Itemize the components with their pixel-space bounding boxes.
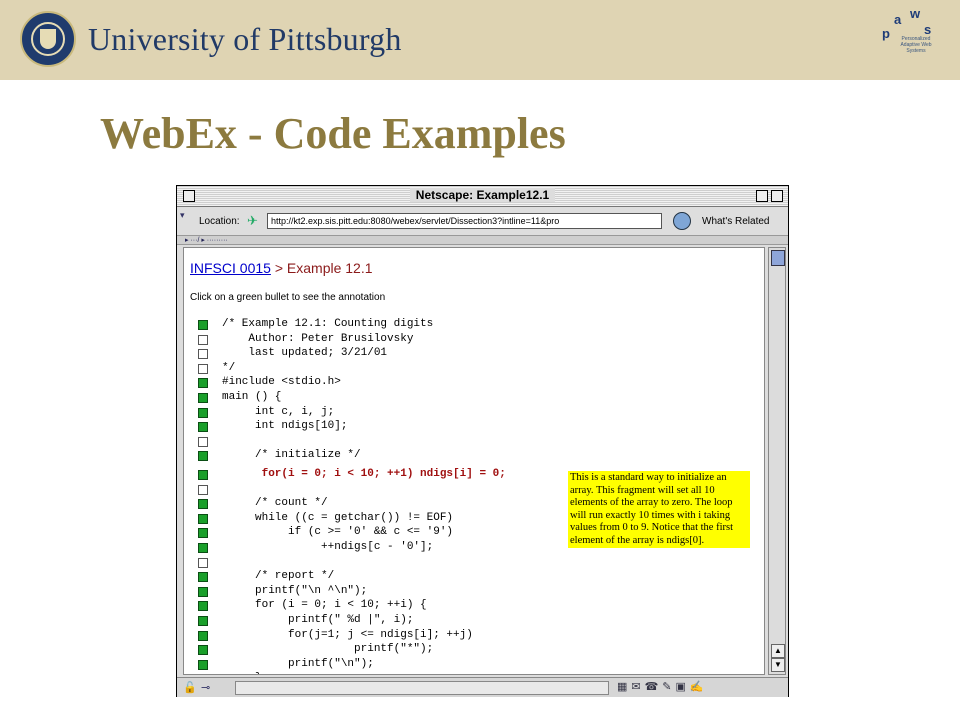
annotation-bullet <box>198 674 208 675</box>
status-bar: 🔓 ⊸ ▦✉☎✎▣✍ <box>177 677 788 697</box>
paws-caption: Personalized Adaptive Web Systems <box>900 36 932 54</box>
code-line: printf("\n ^\n"); <box>222 584 368 597</box>
code-line: main () { <box>222 391 282 403</box>
code-line: /* Example 12.1: Counting digits <box>222 318 434 330</box>
paws-letter-w: w <box>910 6 921 21</box>
annotation-bullet[interactable] <box>198 320 208 330</box>
code-line: printf("\n"); <box>222 657 374 670</box>
code-line: for(j=1; j <= ndigs[i]; ++j) <box>222 628 473 641</box>
scroll-up-arrow-icon[interactable]: ▲ <box>771 644 785 658</box>
breadcrumb: INFSCI 0015 > Example 12.1 <box>190 260 373 276</box>
annotation-bullet[interactable] <box>198 470 208 480</box>
annotation-bullet[interactable] <box>198 630 208 641</box>
code-line: } <box>222 672 262 674</box>
code-line: printf(" %d |", i); <box>222 614 414 626</box>
code-line: #include <stdio.h> <box>222 376 341 389</box>
annotation-bullet[interactable] <box>198 601 208 612</box>
code-line: /* count */ <box>222 497 328 510</box>
instruction-text: Click on a green bullet to see the annot… <box>190 292 386 303</box>
paws-letter-a: a <box>894 12 902 27</box>
code-line: if (c >= '0' && c <= '9') <box>222 526 454 539</box>
code-line: ++ndigs[c - '0']; <box>222 541 434 553</box>
annotation-bullet <box>198 484 208 495</box>
code-line: int ndigs[10]; <box>222 420 348 433</box>
page-content: INFSCI 0015 > Example 12.1 Click on a gr… <box>183 247 765 675</box>
whats-related-icon[interactable] <box>673 212 691 230</box>
annotation-bullet[interactable] <box>198 407 208 418</box>
url-input[interactable]: http://kt2.exp.sis.pitt.edu:8080/webex/s… <box>267 213 662 229</box>
annotation-bullet[interactable] <box>198 572 208 583</box>
code-line: */ <box>222 361 236 374</box>
annotation-bullet[interactable] <box>198 422 208 433</box>
connection-icon: ⊸ <box>201 682 211 694</box>
annotation-bullet[interactable] <box>198 586 208 597</box>
component-bar-icons[interactable]: ▦✉☎✎▣✍ <box>617 680 708 693</box>
window-title: Netscape: Example12.1 <box>409 188 556 202</box>
paws-letter-p: p <box>882 26 890 41</box>
annotation-bullet[interactable] <box>198 451 208 462</box>
whats-related-button[interactable]: What's Related <box>702 216 770 227</box>
annotation-bullet <box>198 557 208 568</box>
bookmark-page-icon[interactable]: ✈ <box>247 213 258 229</box>
status-field <box>235 681 609 695</box>
code-line: /* report */ <box>222 570 335 583</box>
annotation-bullet[interactable] <box>198 499 208 510</box>
annotation-bullet <box>198 363 208 374</box>
annotation-bullet[interactable] <box>198 393 208 403</box>
toolbar-collapse-icon[interactable]: ▾ <box>180 210 185 221</box>
annotation-bullet <box>198 349 208 360</box>
code-line: for(i = 0; i < 10; ++1) ndigs[i] = 0; <box>222 468 506 480</box>
code-line: for (i = 0; i < 10; ++i) { <box>222 599 427 612</box>
code-line: while ((c = getchar()) != EOF) <box>222 511 454 524</box>
code-line: Author: Peter Brusilovsky <box>222 332 414 345</box>
breadcrumb-link-infsci[interactable]: INFSCI 0015 <box>190 260 271 276</box>
annotation-bullet[interactable] <box>198 645 208 656</box>
toolbar-tabstrip[interactable]: ▸ ···/ ▸ ········· <box>177 236 788 245</box>
breadcrumb-separator: > <box>274 260 284 276</box>
annotation-bullet[interactable] <box>198 513 208 524</box>
paws-letter-s: s <box>924 22 932 37</box>
annotation-bullet[interactable] <box>198 378 208 389</box>
annotation-box: This is a standard way to initialize an … <box>568 471 750 548</box>
annotation-bullet[interactable] <box>198 528 208 539</box>
security-lock-icon[interactable]: 🔓 <box>183 681 197 694</box>
annotation-bullet <box>198 334 208 345</box>
header-band: University of Pittsburgh p a w s Persona… <box>0 0 960 80</box>
annotation-bullet <box>198 436 208 447</box>
annotation-bullet[interactable] <box>198 659 208 670</box>
annotation-bullet[interactable] <box>198 616 208 626</box>
window-titlebar[interactable]: Netscape: Example12.1 <box>177 186 788 207</box>
zoom-box-icon[interactable] <box>756 190 768 202</box>
code-line: last updated; 3/21/01 <box>222 347 388 360</box>
location-label: Location: <box>199 216 240 227</box>
vertical-scrollbar[interactable]: ▲ ▼ <box>768 247 786 675</box>
annotation-bullet[interactable] <box>198 543 208 553</box>
code-line: printf("*"); <box>222 643 434 656</box>
university-name: University of Pittsburgh <box>88 21 402 57</box>
collapse-box-icon[interactable] <box>771 190 783 202</box>
browser-window: Netscape: Example12.1 ▾ Location: ✈ http… <box>176 185 789 697</box>
paws-logo-icon: p a w s Personalized Adaptive Web System… <box>878 6 940 72</box>
code-line: int c, i, j; <box>222 405 335 418</box>
breadcrumb-current: Example 12.1 <box>286 260 373 276</box>
scroll-thumb[interactable] <box>771 250 785 266</box>
university-seal-icon <box>20 11 76 67</box>
scroll-down-arrow-icon[interactable]: ▼ <box>771 658 785 672</box>
code-line: /* initialize */ <box>222 449 361 462</box>
slide-title: WebEx - Code Examples <box>100 109 566 158</box>
location-toolbar: ▾ Location: ✈ http://kt2.exp.sis.pitt.ed… <box>177 207 788 236</box>
